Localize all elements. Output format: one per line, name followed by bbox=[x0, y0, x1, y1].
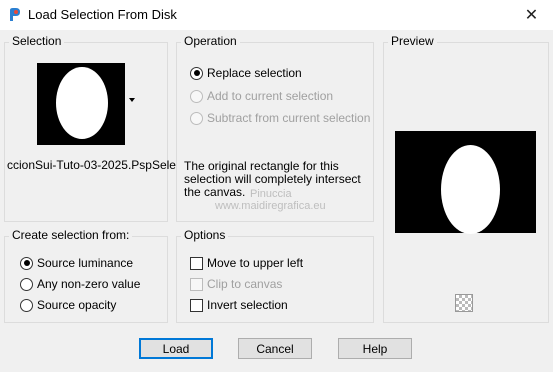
radio-icon bbox=[190, 89, 203, 103]
radio-subtract-from-selection[interactable]: Subtract from current selection bbox=[190, 111, 370, 125]
load-button[interactable]: Load bbox=[139, 338, 213, 359]
checkbox-icon bbox=[190, 277, 203, 291]
radio-icon bbox=[20, 256, 33, 270]
thumbnail-dropdown-arrow-icon[interactable] bbox=[129, 98, 135, 102]
operation-info-text: The original rectangle for this selectio… bbox=[184, 159, 361, 199]
radio-add-to-selection[interactable]: Add to current selection bbox=[190, 89, 333, 103]
close-icon: ✕ bbox=[524, 7, 539, 24]
radio-source-opacity[interactable]: Source opacity bbox=[20, 298, 116, 312]
radio-label: Source luminance bbox=[37, 256, 134, 270]
radio-any-non-zero[interactable]: Any non-zero value bbox=[20, 277, 140, 291]
checkbox-icon bbox=[190, 298, 203, 312]
radio-label: Any non-zero value bbox=[37, 277, 141, 291]
radio-label: Subtract from current selection bbox=[207, 111, 371, 125]
checkbox-invert-selection[interactable]: Invert selection bbox=[190, 298, 288, 312]
window-title: Load Selection From Disk bbox=[28, 7, 177, 22]
radio-source-luminance[interactable]: Source luminance bbox=[20, 256, 133, 270]
radio-icon bbox=[190, 66, 203, 80]
create-from-group-label: Create selection from: bbox=[9, 228, 133, 242]
selection-group-label: Selection bbox=[9, 34, 65, 48]
transparency-toggle-icon[interactable] bbox=[455, 294, 473, 312]
checkbox-label: Move to upper left bbox=[207, 256, 304, 270]
paintshop-app-icon bbox=[10, 8, 20, 21]
title-bar: Load Selection From Disk ✕ bbox=[0, 0, 553, 30]
operation-group-label: Operation bbox=[181, 34, 240, 48]
checkbox-clip-to-canvas[interactable]: Clip to canvas bbox=[190, 277, 282, 291]
options-group-label: Options bbox=[181, 228, 229, 242]
checkbox-move-to-upper-left[interactable]: Move to upper left bbox=[190, 256, 303, 270]
checkbox-label: Invert selection bbox=[207, 298, 288, 312]
radio-icon bbox=[190, 111, 203, 125]
checkbox-icon bbox=[190, 256, 203, 270]
radio-label: Source opacity bbox=[37, 298, 117, 312]
checkbox-label: Clip to canvas bbox=[207, 277, 283, 291]
preview-group-label: Preview bbox=[388, 34, 437, 48]
radio-icon bbox=[20, 277, 33, 291]
preview-canvas bbox=[395, 131, 536, 234]
help-button[interactable]: Help bbox=[338, 338, 412, 359]
close-button[interactable]: ✕ bbox=[510, 0, 553, 30]
selection-thumbnail[interactable] bbox=[37, 63, 125, 145]
cancel-button[interactable]: Cancel bbox=[238, 338, 312, 359]
radio-label: Add to current selection bbox=[207, 89, 334, 103]
radio-replace-selection[interactable]: Replace selection bbox=[190, 66, 302, 80]
radio-icon bbox=[20, 298, 33, 312]
selection-filename: ccionSui-Tuto-03-2025.PspSele bbox=[7, 158, 176, 172]
radio-label: Replace selection bbox=[207, 66, 302, 80]
